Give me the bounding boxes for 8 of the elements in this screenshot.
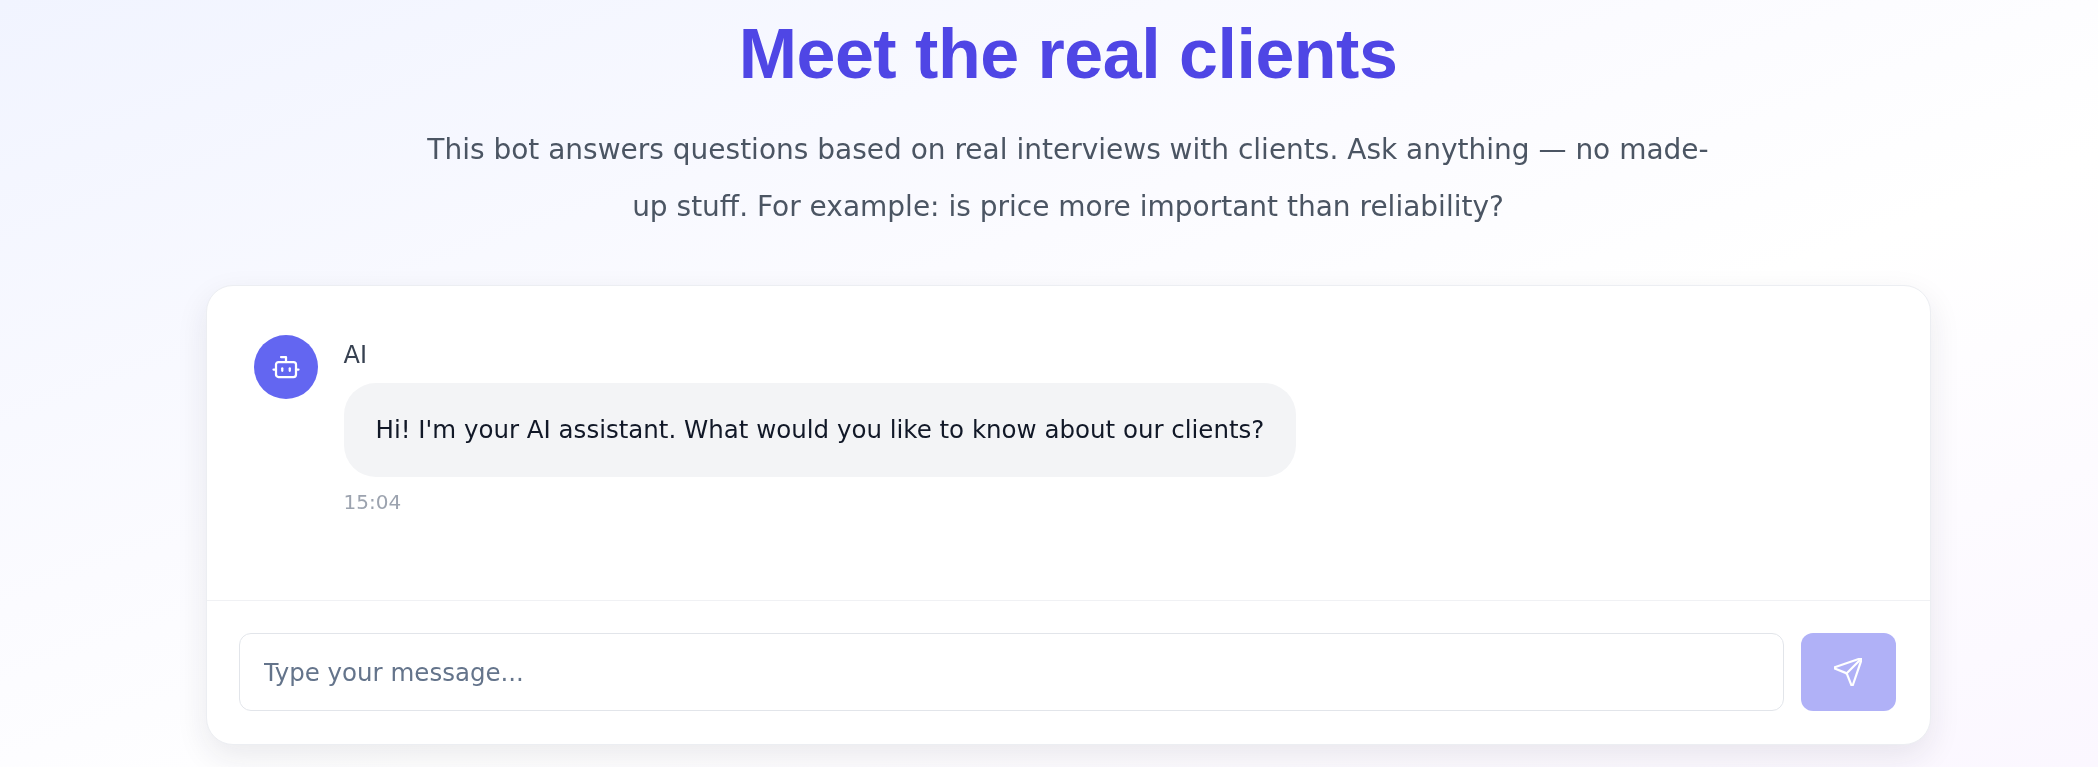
message-input[interactable]: Type your message... [238,633,1784,711]
chat-message: Hi! I'm your AI assistant. What would you like to know about our clients? [343,383,1297,477]
page-description: This bot answers questions based on real interviews with clients. Ask anything — no made-up stuff. For example: is price more important than reliability? [426,132,1710,225]
page-title: Meet the real clients [738,14,1398,95]
sender-name: AI [343,341,367,369]
send-icon [1834,658,1862,686]
robot-avatar-icon [253,335,318,399]
message-time: 15:04 [343,490,402,514]
